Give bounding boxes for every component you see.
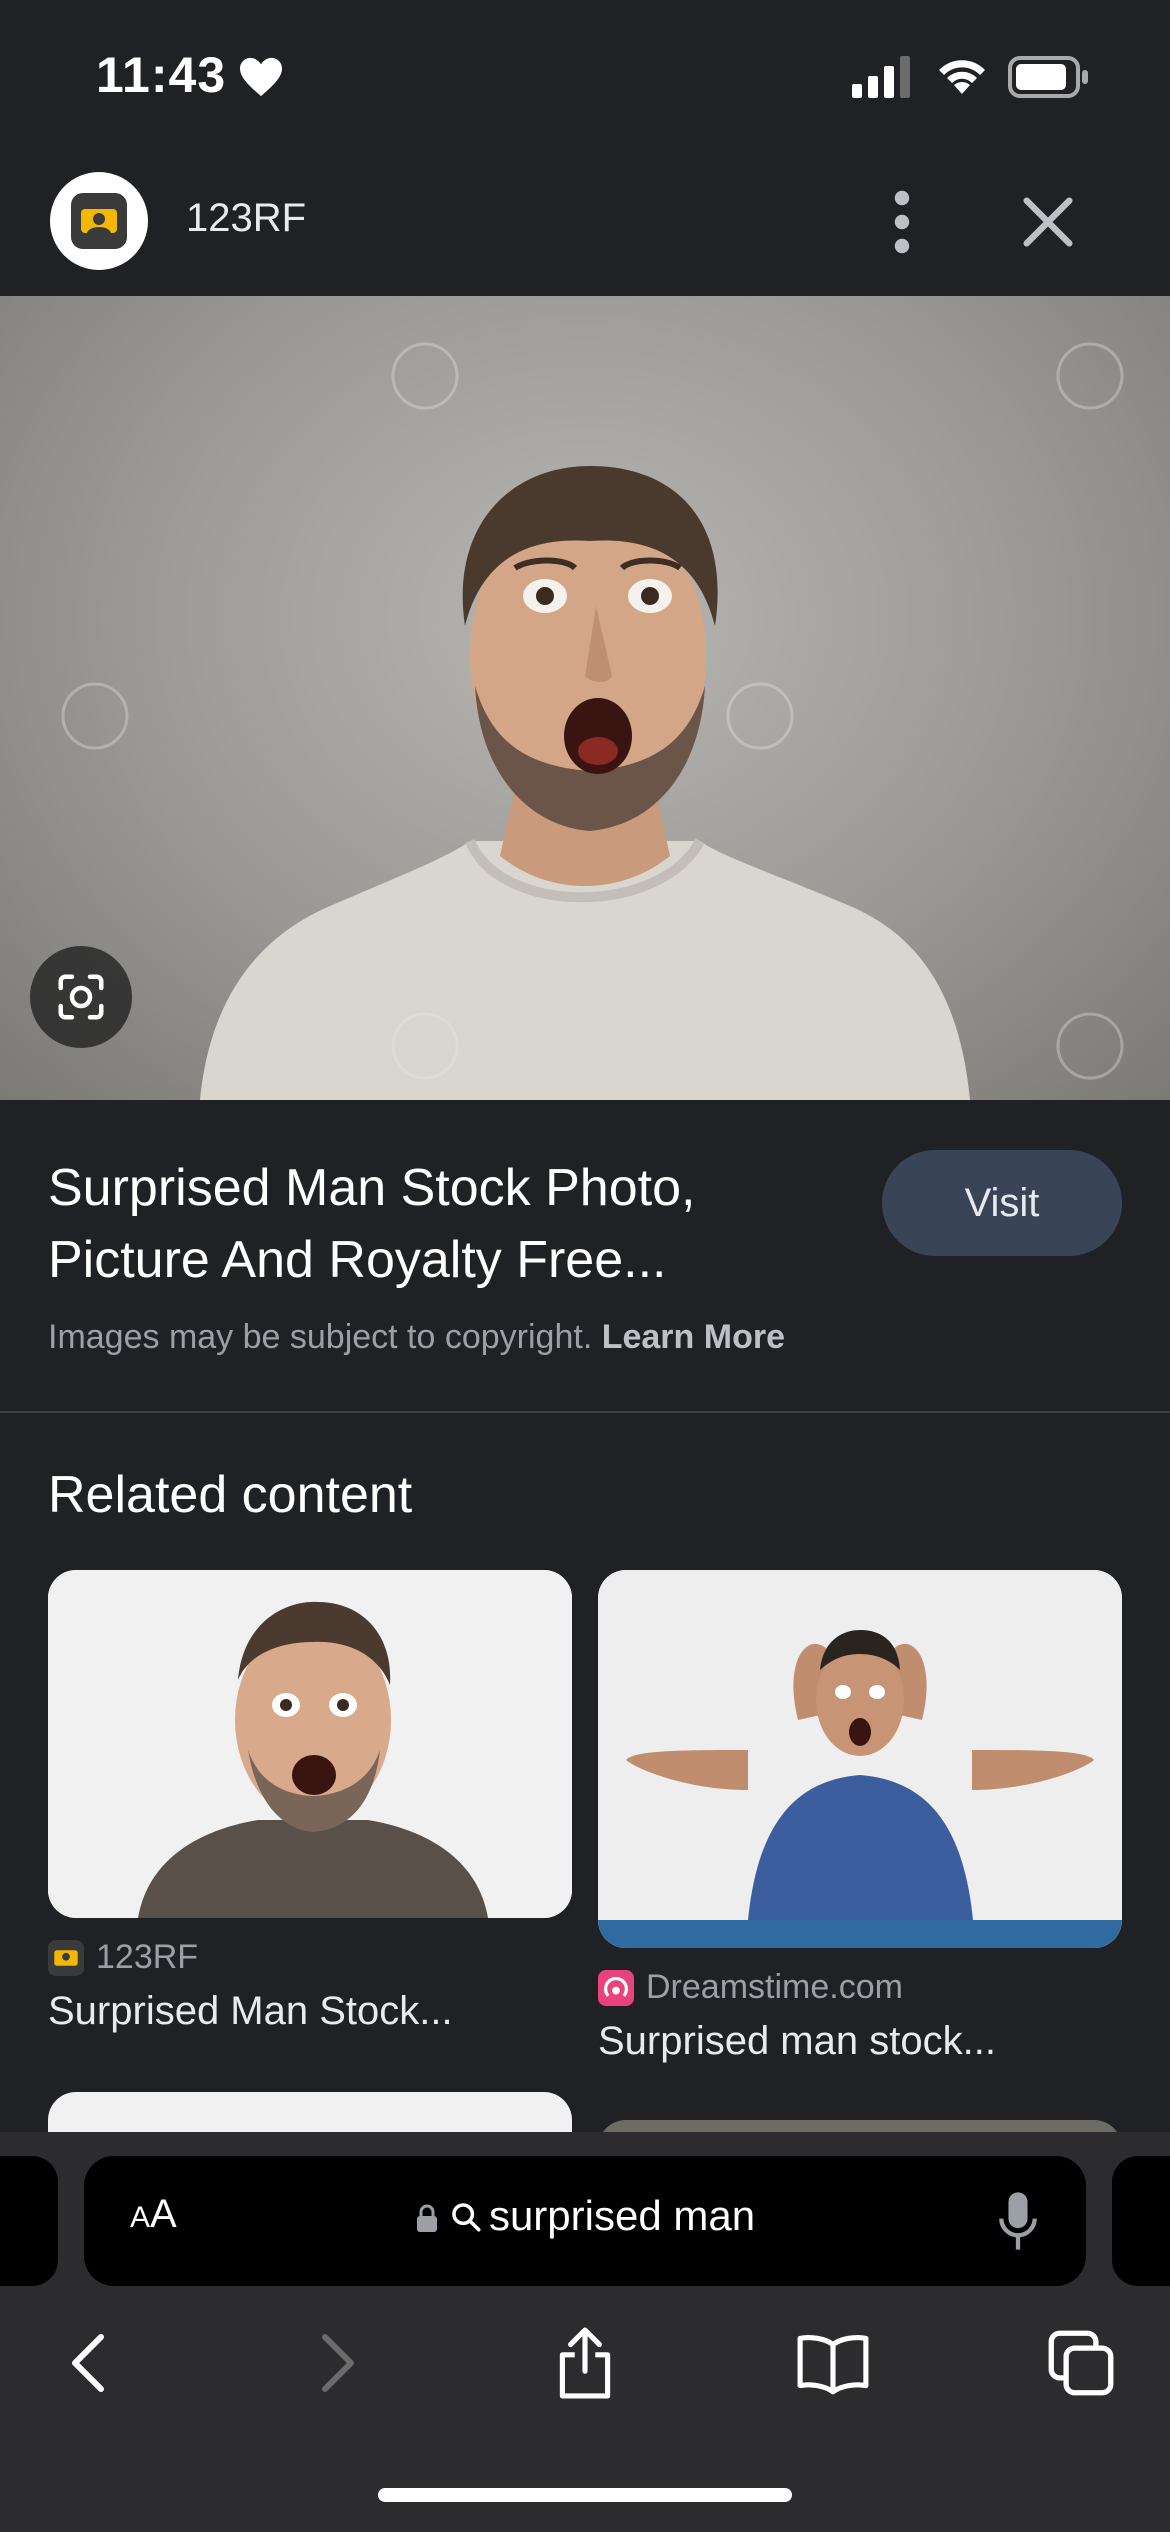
mic-icon[interactable] <box>998 2190 1038 2252</box>
result-header: 123RF <box>0 150 1170 296</box>
back-button[interactable] <box>42 2318 132 2408</box>
bookmarks-icon <box>797 2334 869 2395</box>
bookmarks-button[interactable] <box>788 2318 878 2408</box>
surprised-man-photo <box>61 342 1124 1100</box>
address-bar[interactable]: AA surprised man <box>84 2156 1086 2286</box>
related-card[interactable]: 123RF Surprised Man Stock... <box>48 1570 572 2034</box>
status-bar: 11:43 <box>0 0 1170 150</box>
site-favicon-icon <box>81 209 117 233</box>
more-vert-icon[interactable] <box>872 186 932 258</box>
lock-icon <box>416 2204 437 2232</box>
close-icon[interactable] <box>1016 190 1080 254</box>
heart-icon <box>240 57 282 97</box>
site-logo[interactable] <box>50 172 148 270</box>
dreamstime-favicon-icon <box>598 1969 634 2006</box>
related-card-image[interactable] <box>598 1570 1122 1948</box>
main-result-image[interactable] <box>0 296 1170 1100</box>
related-content-heading: Related content <box>48 1466 413 1524</box>
lens-icon <box>58 974 104 1020</box>
search-icon <box>452 2203 481 2232</box>
bald-man-photo <box>48 1570 572 1918</box>
related-card-source-name: Dreamstime.com <box>646 1968 903 2006</box>
back-icon <box>72 2334 104 2392</box>
section-divider <box>0 1411 1170 1413</box>
copyright-text: Images may be subject to copyright. <box>48 1318 593 1356</box>
site-name[interactable]: 123RF <box>186 196 306 241</box>
related-card-source: Dreamstime.com <box>598 1968 1122 2007</box>
result-title[interactable]: Surprised Man Stock Photo, Picture And R… <box>48 1152 848 1296</box>
next-tab-peek[interactable] <box>1112 2156 1170 2286</box>
forward-icon <box>322 2334 354 2392</box>
address-field[interactable]: surprised man <box>84 2192 1086 2240</box>
wifi-icon <box>939 60 985 94</box>
status-time: 11:43 <box>96 47 227 103</box>
browser-toolbar: AA surprised man <box>0 2132 1170 2532</box>
share-button[interactable] <box>540 2318 630 2408</box>
related-card-source: 123RF <box>48 1938 572 1977</box>
browser-nav-bar <box>0 2318 1170 2418</box>
related-card[interactable]: Dreamstime.com Surprised man stock... <box>598 1570 1122 2064</box>
battery-icon <box>1008 56 1088 98</box>
related-card-image[interactable] <box>48 1570 572 1918</box>
address-query: surprised man <box>488 2192 756 2239</box>
learn-more-link[interactable]: Learn More <box>602 1318 785 1356</box>
previous-tab-peek[interactable] <box>0 2156 58 2286</box>
visit-button[interactable]: Visit <box>882 1150 1122 1256</box>
related-card-caption[interactable]: Surprised Man Stock... <box>48 1989 572 2034</box>
lens-button[interactable] <box>30 946 132 1048</box>
forward-button[interactable] <box>294 2318 384 2408</box>
related-card-caption[interactable]: Surprised man stock... <box>598 2019 1122 2064</box>
share-icon <box>559 2327 611 2399</box>
signal-icon <box>852 56 910 98</box>
result-info: Surprised Man Stock Photo, Picture And R… <box>0 1100 1170 1412</box>
copyright-notice: Images may be subject to copyright. Lear… <box>48 1318 785 1357</box>
tabs-icon <box>1048 2330 1114 2396</box>
tabs-button[interactable] <box>1036 2318 1126 2408</box>
home-indicator[interactable] <box>378 2488 792 2502</box>
related-card-source-name: 123RF <box>96 1938 199 1976</box>
123rf-favicon-icon <box>48 1939 84 1976</box>
man-holding-head-photo <box>598 1570 1122 1948</box>
